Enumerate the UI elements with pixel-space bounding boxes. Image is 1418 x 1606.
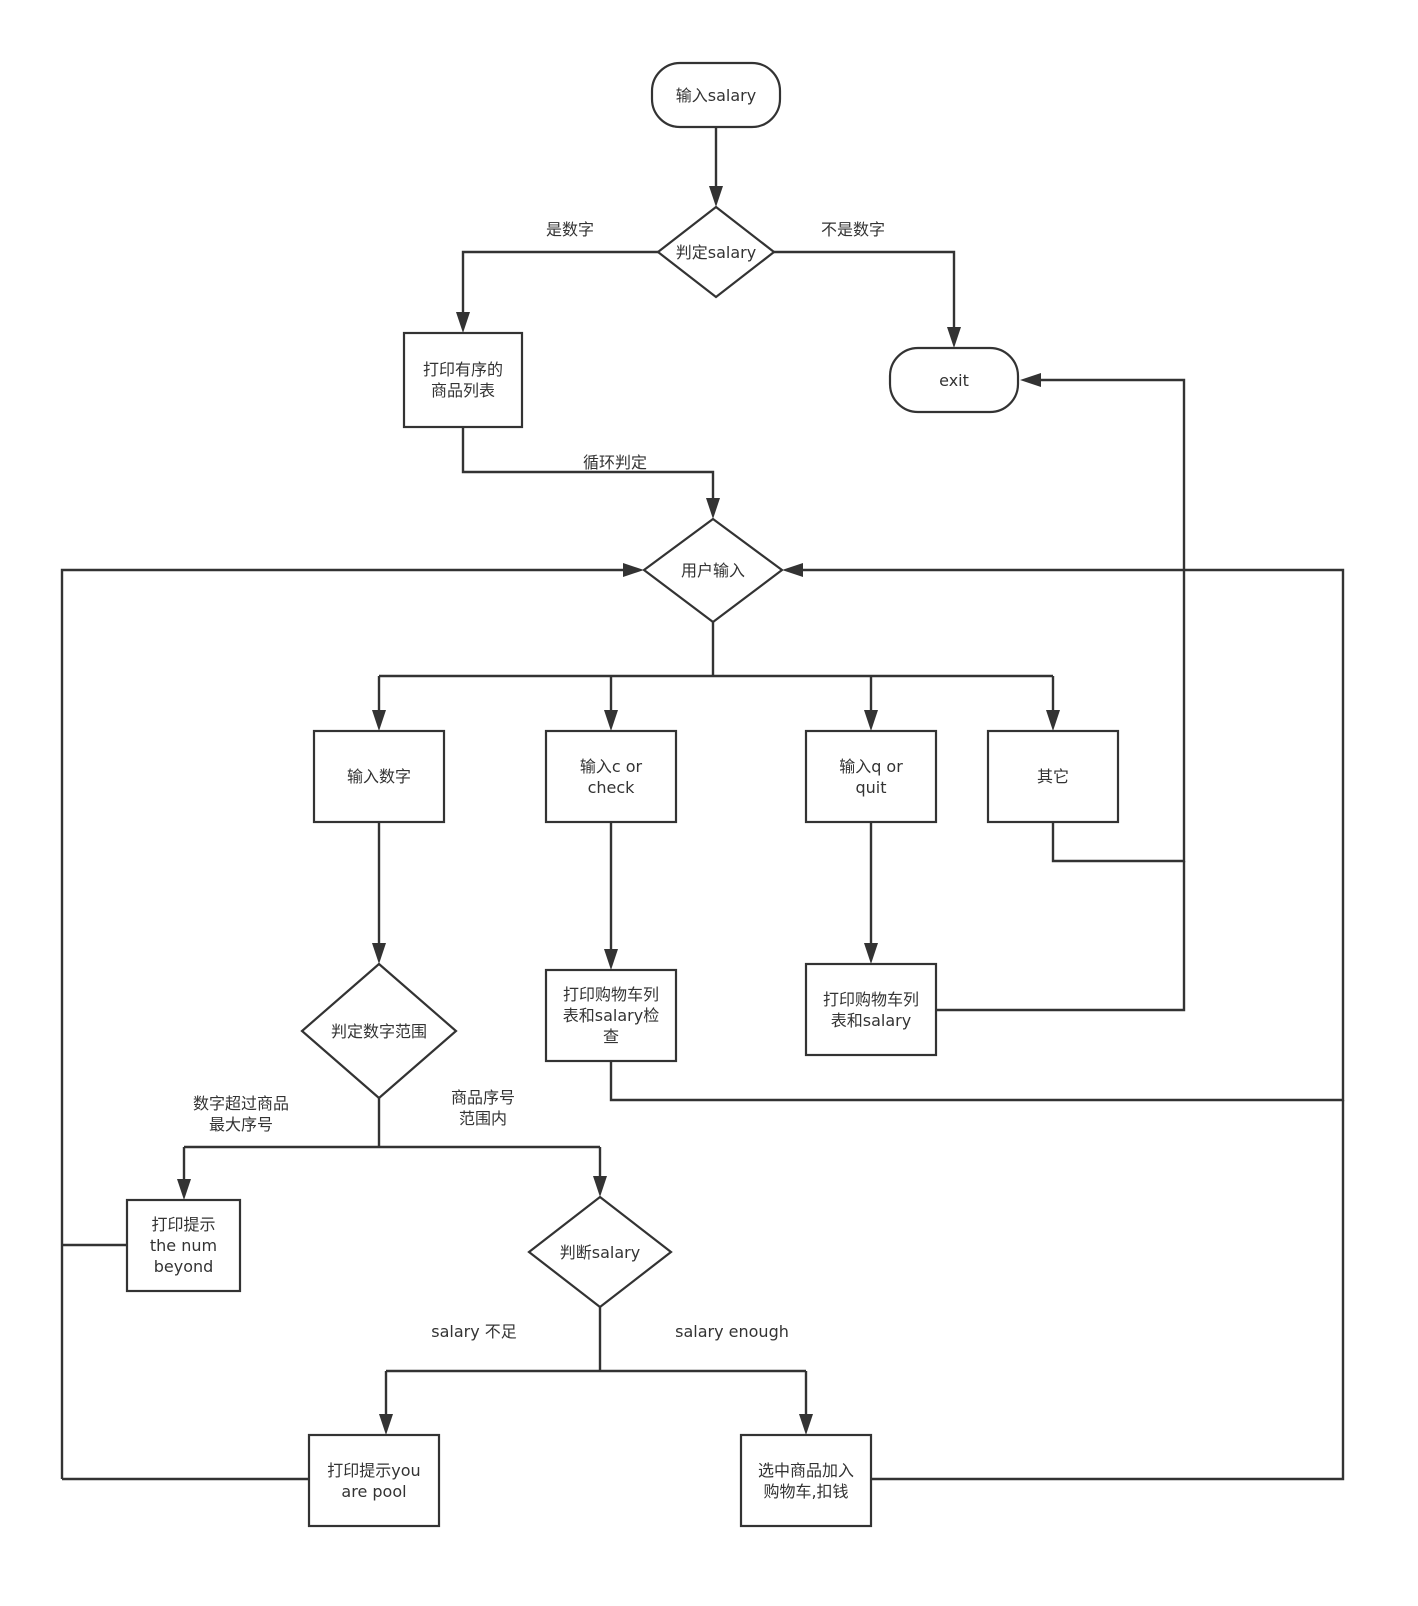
edge-label-not-number: 不是数字 (820, 220, 885, 239)
arrowhead-icon (864, 710, 878, 731)
arrowhead-icon (706, 498, 720, 519)
node-input-quit-shape[interactable] (804, 729, 938, 824)
node-start-shape[interactable] (650, 61, 782, 129)
arrowhead-icon (372, 943, 386, 964)
arrowhead-icon (593, 1176, 607, 1197)
edge-label-salary-insufficient: salary 不足 (431, 1322, 517, 1341)
arrowhead-icon (1020, 373, 1041, 387)
node-print-list-shape[interactable] (402, 331, 524, 429)
edge-check-salary-to-exit (774, 250, 956, 335)
arrowhead-icon (456, 312, 470, 333)
arrowhead-icon (1046, 710, 1060, 731)
edge-label-loop-check: 循环判定 (582, 453, 647, 472)
arrowhead-icon (623, 563, 644, 577)
node-check-range-shape[interactable] (300, 962, 458, 1100)
edge-label-in-range: 商品序号 范围内 (450, 1088, 515, 1128)
edge-label-salary-enough: salary enough (675, 1322, 789, 1341)
edge-check-salary-to-print-list (461, 250, 658, 320)
node-print-cart-check-shape[interactable] (544, 968, 678, 1063)
edges (60, 128, 1345, 1481)
node-input-number-shape[interactable] (312, 729, 446, 824)
node-other-shape[interactable] (986, 729, 1120, 824)
node-input-check-shape[interactable] (544, 729, 678, 824)
arrowhead-icon (177, 1179, 191, 1200)
edge-user-input-fanout (377, 622, 1055, 718)
arrowhead-icon (782, 563, 803, 577)
arrowhead-icon (604, 710, 618, 731)
flowchart-canvas (60, 61, 1345, 1528)
arrowhead-icon (372, 710, 386, 731)
arrowhead-icon (799, 1414, 813, 1435)
arrowhead-icon (604, 949, 618, 970)
edge-label-is-number: 是数字 (545, 220, 594, 239)
node-check-salary-shape[interactable] (656, 205, 776, 299)
node-add-to-cart-shape[interactable] (739, 1433, 873, 1528)
node-print-cart-salary-shape[interactable] (804, 962, 938, 1057)
node-print-poor-shape[interactable] (307, 1433, 441, 1528)
edge-add-to-cart-to-loop (871, 1100, 1345, 1481)
arrowhead-icon (709, 186, 723, 207)
arrowhead-icon (379, 1414, 393, 1435)
arrowhead-icon (864, 943, 878, 964)
arrowhead-icon (947, 327, 961, 348)
node-exit-shape[interactable] (888, 346, 1020, 414)
nodes (125, 61, 1120, 1528)
node-judge-salary-shape[interactable] (527, 1195, 673, 1309)
node-user-input-shape[interactable] (642, 517, 784, 624)
edge-print-cart-salary-to-exit (936, 861, 1186, 1012)
edge-print-cart-check-to-user-input (609, 568, 1345, 1102)
edge-label-exceeds-max: 数字超过商品 最大序号 (192, 1094, 289, 1134)
node-print-beyond-shape[interactable] (125, 1198, 242, 1293)
